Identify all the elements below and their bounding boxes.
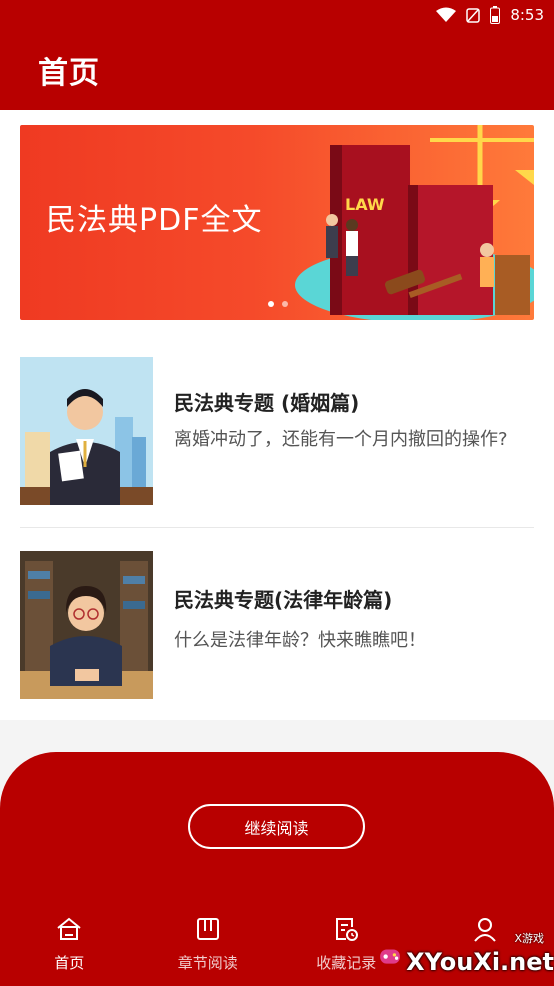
status-time: 8:53 <box>510 6 544 24</box>
book-icon <box>194 912 222 946</box>
nav-label: 收藏记录 <box>316 954 377 972</box>
nav-label: 章节阅读 <box>177 954 238 972</box>
banner-title: 民法典PDF全文 <box>46 203 263 238</box>
watermark-text: XYouXi.net <box>406 948 554 976</box>
banner-section: 民法典PDF全文 LAW <box>0 110 554 335</box>
article-title: 民法典专题 (婚姻篇) <box>174 391 360 415</box>
home-icon <box>55 912 83 946</box>
carousel-indicator <box>268 301 288 307</box>
gamepad-logo-icon <box>380 949 400 964</box>
article-title: 民法典专题(法律年龄篇) <box>174 588 393 612</box>
list-item-legal-age[interactable]: 民法典专题(法律年龄篇) 什么是法律年龄？快来瞧瞧吧！ <box>0 528 554 718</box>
article-description: 什么是法律年龄？快来瞧瞧吧！ <box>174 630 426 651</box>
nav-label: 首页 <box>54 954 85 972</box>
carousel-dot[interactable] <box>268 301 274 307</box>
book-label: LAW <box>345 195 385 214</box>
watermark-small-text: X游戏 <box>514 932 544 945</box>
history-icon <box>332 912 360 946</box>
article-thumbnail <box>20 357 153 505</box>
continue-reading-button[interactable]: 继续阅读 <box>188 804 365 849</box>
page-title: 首页 <box>38 56 100 91</box>
battery-icon <box>490 6 501 24</box>
signal-icon <box>466 7 481 23</box>
article-description: 离婚冲动了，还能有一个月内撤回的操作? <box>174 429 508 450</box>
site-watermark: XYouXi.net X游戏 <box>378 926 554 986</box>
banner-carousel[interactable]: 民法典PDF全文 LAW <box>20 125 534 320</box>
status-bar: 8:53 <box>0 0 554 30</box>
wifi-icon <box>436 7 457 23</box>
nav-item-chapters[interactable]: 章节阅读 <box>139 912 278 986</box>
carousel-dot[interactable] <box>282 301 288 307</box>
article-thumbnail <box>20 551 153 699</box>
law-illustration: LAW <box>295 125 534 320</box>
list-item-marriage[interactable]: 民法典专题 (婚姻篇) 离婚冲动了，还能有一个月内撤回的操作? <box>0 335 554 528</box>
app-bar: 首页 <box>0 30 554 110</box>
article-list: 民法典专题 (婚姻篇) 离婚冲动了，还能有一个月内撤回的操作? 民法典专题(法律… <box>0 335 554 720</box>
nav-item-home[interactable]: 首页 <box>0 912 139 986</box>
